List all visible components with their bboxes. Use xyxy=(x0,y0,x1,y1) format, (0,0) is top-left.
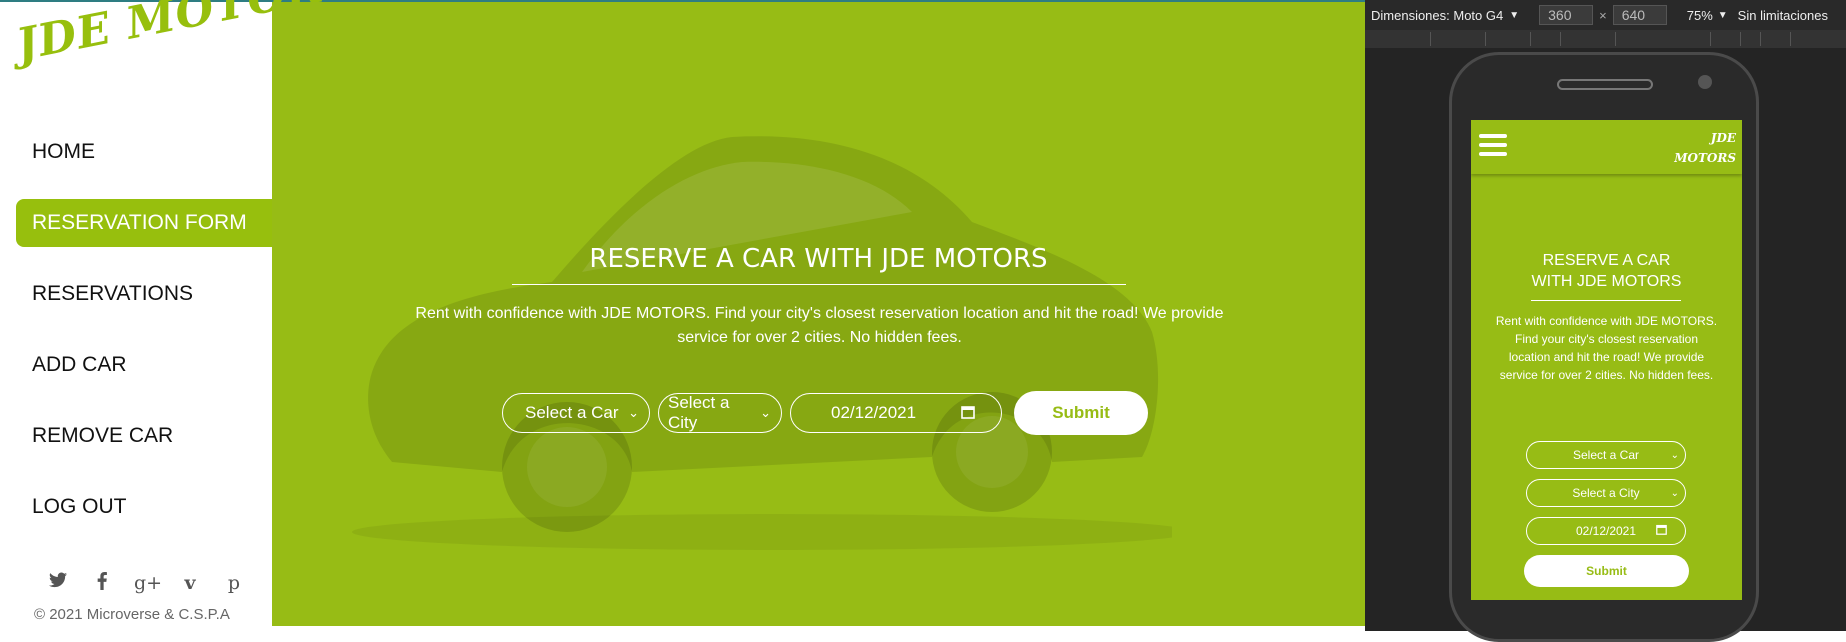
mobile-logo-line: MOTORS xyxy=(1674,151,1736,165)
mobile-date-input-value: 02/12/2021 xyxy=(1575,524,1637,538)
date-input[interactable]: 02/12/2021 xyxy=(790,393,1002,433)
mobile-city-select-value: Select a City xyxy=(1572,486,1640,500)
city-select[interactable]: Select a City ⌄ xyxy=(658,393,782,433)
sidebar-item-home[interactable]: HOME xyxy=(0,128,272,176)
calendar-icon[interactable] xyxy=(961,405,975,422)
hero-section: RESERVE A CAR WITH JDE MOTORS Rent with … xyxy=(272,2,1365,626)
sidebar-nav: HOME RESERVATION FORM RESERVATIONS ADD C… xyxy=(0,128,272,554)
date-input-value: 02/12/2021 xyxy=(831,403,917,422)
chevron-down-icon: ⌄ xyxy=(1670,487,1679,499)
mobile-city-select[interactable]: Select a City ⌄ xyxy=(1526,479,1686,507)
zoom-dropdown[interactable]: 75% xyxy=(1687,8,1713,23)
mobile-car-select-value: Select a Car xyxy=(1572,448,1640,462)
sidebar-item-log-out[interactable]: LOG OUT xyxy=(0,483,272,531)
mobile-header: JDE MOTORS xyxy=(1471,120,1742,174)
chevron-down-icon: ▼ xyxy=(1717,9,1728,21)
twitter-icon[interactable] xyxy=(46,572,70,596)
phone-speaker xyxy=(1557,79,1653,90)
city-select-value: Select a City xyxy=(668,393,730,432)
sidebar: JDE MOTORS HOME RESERVATION FORM RESERVA… xyxy=(0,0,360,626)
mobile-hero-title: RESERVE A CAR WITH JDE MOTORS xyxy=(1471,250,1742,292)
hero-description: Rent with confidence with JDE MOTORS. Fi… xyxy=(415,305,1224,346)
device-toolbar: Dimensiones: Moto G4 ▼ 360 × 640 75% ▼ S… xyxy=(1365,0,1846,30)
phone-camera xyxy=(1698,75,1712,89)
mobile-submit-button[interactable]: Submit xyxy=(1524,555,1689,587)
car-select[interactable]: Select a Car ⌄ xyxy=(502,393,650,433)
sidebar-item-remove-car[interactable]: REMOVE CAR xyxy=(0,412,272,460)
chevron-down-icon: ▼ xyxy=(1509,9,1520,21)
mobile-hero-description: Rent with confidence with JDE MOTORS. Fi… xyxy=(1495,314,1718,382)
mobile-reservation-form: Select a Car ⌄ Select a City ⌄ 02/12/202… xyxy=(1524,441,1689,587)
sidebar-item-reservation-form[interactable]: RESERVATION FORM xyxy=(16,199,272,247)
hamburger-menu-icon[interactable] xyxy=(1479,134,1507,161)
mobile-date-input[interactable]: 02/12/2021 xyxy=(1526,517,1686,545)
mobile-logo-line: JDE xyxy=(1710,131,1736,145)
mobile-preview-screen: JDE MOTORS RESERVE A CAR WITH JDE MOTORS… xyxy=(1471,120,1742,600)
device-height-input[interactable]: 640 xyxy=(1612,5,1667,25)
chevron-down-icon: ⌄ xyxy=(1670,449,1679,461)
submit-button[interactable]: Submit xyxy=(1014,391,1148,435)
mobile-title-line: RESERVE A CAR xyxy=(1542,252,1671,269)
reservation-form: Select a Car ⌄ Select a City ⌄ 02/12/202… xyxy=(502,391,1148,435)
throttle-dropdown[interactable]: Sin limitaciones xyxy=(1738,8,1828,23)
hero-title: RESERVE A CAR WITH JDE MOTORS xyxy=(589,244,1048,274)
sidebar-item-add-car[interactable]: ADD CAR xyxy=(0,341,272,389)
chevron-down-icon: ⌄ xyxy=(628,405,639,420)
device-dimensions-dropdown[interactable]: Dimensiones: Moto G4 xyxy=(1371,8,1503,23)
sidebar-item-reservations[interactable]: RESERVATIONS xyxy=(0,270,272,318)
calendar-icon[interactable] xyxy=(1656,524,1667,538)
google-plus-icon[interactable]: g+ xyxy=(134,572,162,596)
car-select-value: Select a Car xyxy=(525,403,619,422)
facebook-icon[interactable] xyxy=(90,572,114,596)
vimeo-icon[interactable]: v xyxy=(178,572,202,596)
mobile-title-line: WITH JDE MOTORS xyxy=(1531,273,1682,290)
mobile-hero-divider xyxy=(1531,300,1681,301)
chevron-down-icon: ⌄ xyxy=(760,405,771,420)
mobile-brand-logo[interactable]: JDE MOTORS xyxy=(1674,128,1736,168)
media-query-ruler xyxy=(1365,30,1846,48)
mobile-car-select[interactable]: Select a Car ⌄ xyxy=(1526,441,1686,469)
pinterest-icon[interactable]: p xyxy=(222,572,246,596)
dimension-separator: × xyxy=(1599,7,1607,23)
device-width-input[interactable]: 360 xyxy=(1539,5,1594,25)
social-links: g+ v p xyxy=(46,572,246,596)
hero-divider xyxy=(512,284,1126,285)
copyright-footer: © 2021 Microverse & C.S.P.A xyxy=(34,606,230,623)
